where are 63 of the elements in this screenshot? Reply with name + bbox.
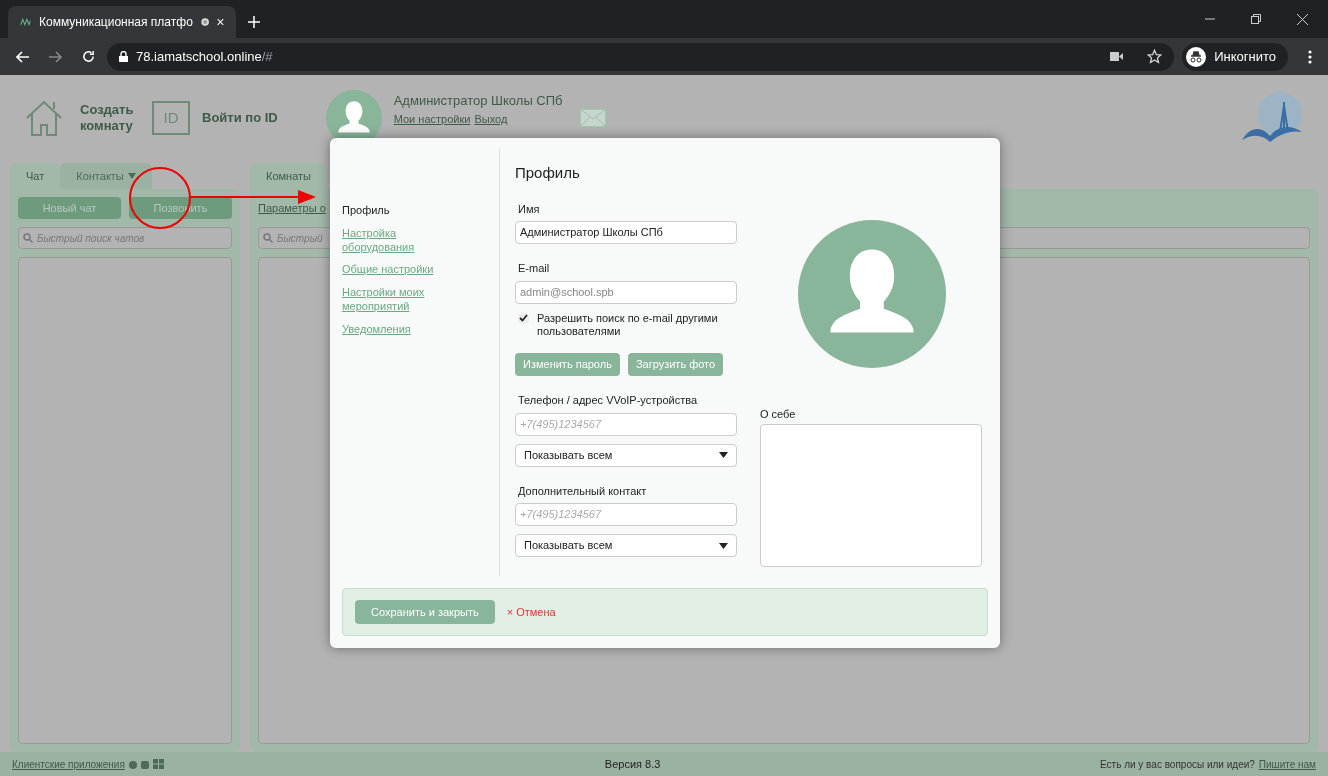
settings-nav-item[interactable]: Общие настройки — [342, 263, 462, 277]
field-label: Телефон / адрес VVoIP-устройства — [517, 393, 699, 408]
camera-icon[interactable] — [1110, 52, 1124, 61]
browser-tab[interactable]: Коммуникационная платфо — [8, 6, 236, 38]
restore-icon[interactable] — [1251, 14, 1261, 24]
field-label: О себе — [760, 406, 797, 422]
recording-icon — [200, 16, 210, 28]
login-by-id-link[interactable]: Войти по ID — [202, 108, 278, 128]
new-tab-icon[interactable] — [248, 16, 260, 28]
dropdown-caret-icon — [719, 542, 728, 549]
search-icon — [263, 233, 273, 243]
header-link[interactable]: Мои настройки — [393, 110, 471, 127]
field-label: E-mail — [517, 261, 551, 276]
user-name: Администратор Школы СПб — [393, 92, 563, 110]
header-link[interactable]: Выход — [474, 110, 508, 127]
text-field[interactable]: +7(495)1234567 — [515, 503, 737, 526]
dropdown-caret-icon — [127, 173, 136, 179]
chat-search-field[interactable]: Быстрый поиск чатов — [18, 227, 232, 249]
panel-button[interactable]: Новый чат — [18, 197, 121, 219]
site-logo-icon — [20, 17, 32, 27]
write-us-link[interactable]: Пишите нам — [1258, 756, 1316, 772]
field-label: Дополнительный контакт — [517, 483, 648, 499]
profile-button[interactable]: Загрузить фото — [627, 353, 724, 376]
platform-icons — [128, 759, 165, 769]
lock-icon — [119, 51, 128, 62]
incognito-icon — [1186, 46, 1207, 67]
search-icon — [23, 233, 33, 243]
checkbox-label: Разрешить поиск по e-mail другими пользователями — [537, 311, 719, 339]
panel-tab[interactable]: Чат — [10, 163, 61, 189]
cancel-button[interactable]: × Отмена — [506, 603, 556, 621]
url-text: 78.iamatschool.online/# — [136, 47, 273, 66]
tab-title: Коммуникационная платфо — [39, 14, 193, 31]
save-button[interactable]: Сохранить и закрыть — [355, 600, 495, 624]
menu-icon[interactable] — [1308, 49, 1312, 64]
star-icon[interactable] — [1147, 49, 1163, 64]
address-bar[interactable]: 78.iamatschool.online/# — [107, 42, 1175, 71]
text-field[interactable]: +7(495)1234567 — [515, 412, 737, 436]
field-label: Имя — [517, 201, 541, 217]
checkbox[interactable] — [518, 312, 529, 324]
incognito-chip[interactable]: Инкогнито — [1182, 42, 1288, 71]
settings-nav-item[interactable]: Настройки моих мероприятий — [342, 286, 462, 314]
close-icon[interactable] — [1297, 13, 1308, 25]
panel-tab[interactable]: Контакты — [60, 163, 152, 189]
settings-nav-item[interactable]: Уведомления — [342, 322, 462, 337]
text-field[interactable]: Администратор Школы СПб — [515, 221, 737, 244]
panel-tab[interactable]: Комнаты — [250, 163, 327, 189]
forward-icon[interactable] — [49, 50, 62, 63]
client-apps-link[interactable]: Клиентские приложения — [12, 756, 125, 772]
visibility-select[interactable]: Показывать всем — [515, 534, 737, 557]
visibility-select[interactable]: Показывать всем — [515, 443, 737, 467]
version-text: Версия 8.3 — [604, 756, 661, 772]
dropdown-caret-icon — [719, 452, 728, 458]
profile-button[interactable]: Изменить пароль — [515, 353, 620, 376]
checkmark-icon — [519, 314, 528, 322]
school-logo-icon — [1240, 92, 1304, 144]
create-room-link[interactable]: Создать комнату — [80, 101, 136, 135]
text-field[interactable]: admin@school.spb — [515, 280, 737, 304]
settings-nav-item[interactable]: Настройка оборудования — [342, 226, 462, 255]
feedback-text: Есть ли у вас вопросы или идеи? — [1100, 757, 1255, 772]
settings-nav-item[interactable]: Профиль — [342, 204, 462, 218]
reload-icon[interactable] — [82, 50, 95, 63]
back-icon[interactable] — [16, 50, 29, 63]
dialog-title: Профиль — [515, 163, 581, 183]
